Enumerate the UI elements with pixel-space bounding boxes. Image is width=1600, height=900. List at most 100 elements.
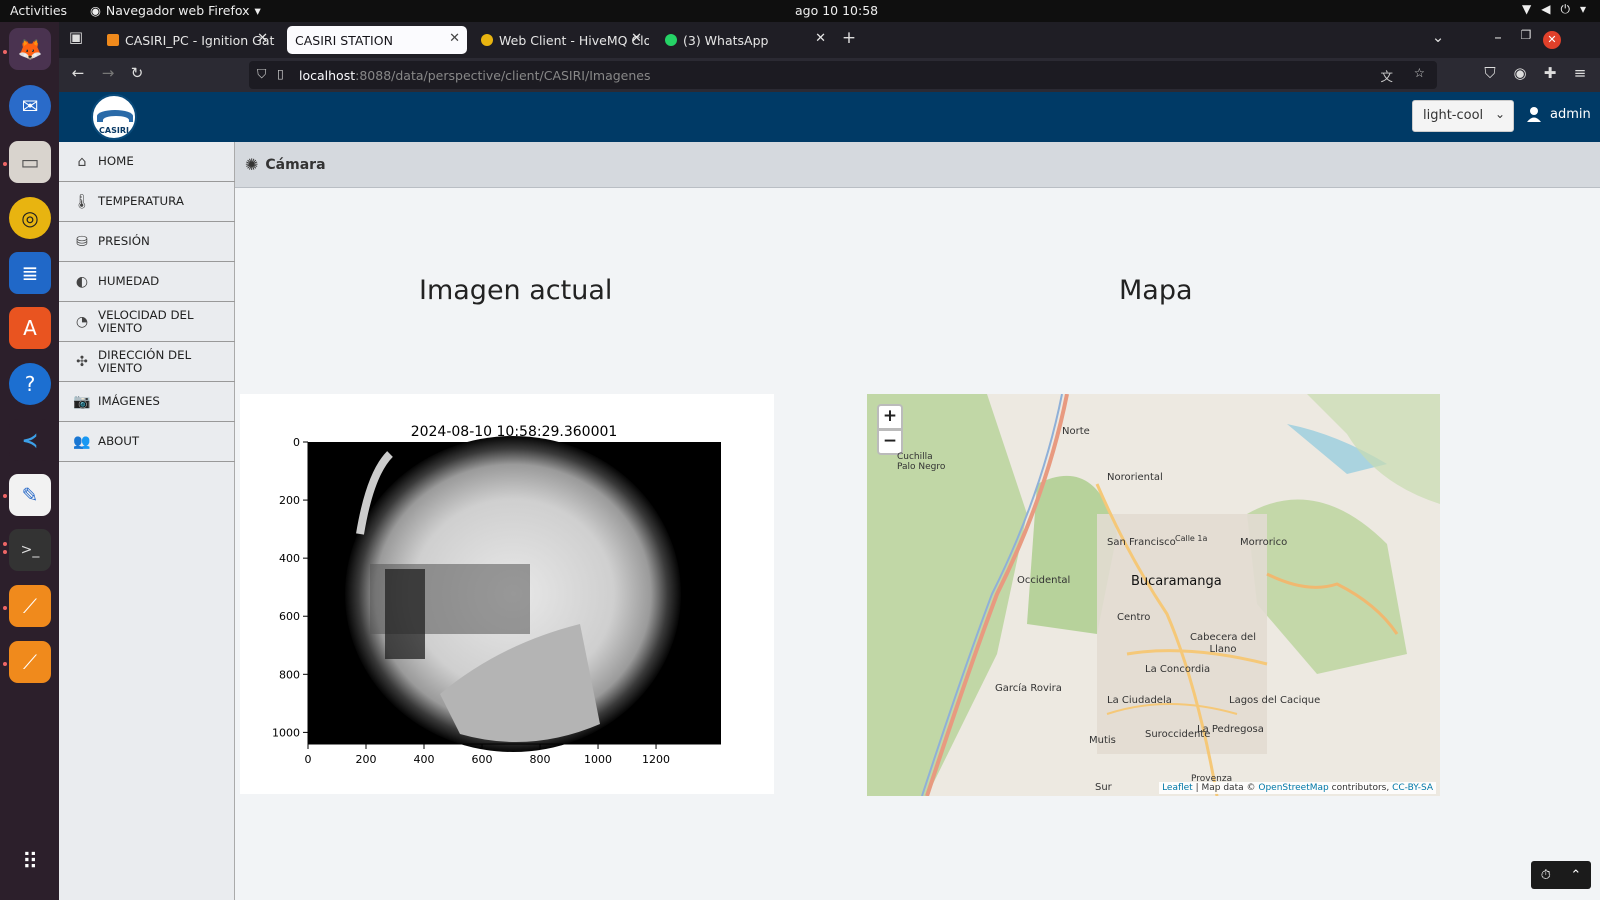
ignition-favicon-icon bbox=[107, 34, 119, 46]
forward-icon[interactable]: → bbox=[97, 64, 119, 82]
sidebar-item-presion[interactable]: ⛁ PRESIÓN bbox=[59, 222, 235, 262]
user-icon bbox=[1527, 107, 1541, 122]
map-label: La Pedregosa bbox=[1197, 724, 1264, 735]
url-host: localhost bbox=[299, 67, 356, 83]
tab-whatsapp[interactable]: (3) WhatsApp ✕ bbox=[657, 26, 833, 54]
files-dock-icon[interactable]: ▭ bbox=[9, 141, 51, 183]
user-name: admin bbox=[1550, 106, 1591, 122]
sidebar-item-velocidad-viento[interactable]: ◔ VELOCIDAD DEL VIENTO bbox=[59, 302, 235, 342]
zoom-in-button[interactable]: + bbox=[877, 404, 903, 430]
writer-dock-icon[interactable]: ≣ bbox=[9, 252, 51, 294]
minimize-icon[interactable]: – bbox=[1487, 28, 1509, 46]
x-tick-label: 1000 bbox=[584, 753, 612, 766]
reload-icon[interactable]: ↻ bbox=[126, 64, 148, 82]
tab-ignition[interactable]: CASIRI_PC - Ignition Gate ✕ bbox=[99, 26, 275, 54]
ignition-dock-icon[interactable]: ⟋ bbox=[9, 641, 51, 683]
theme-select[interactable]: light-cool ⌄ bbox=[1412, 100, 1514, 132]
map-label: San Francisco bbox=[1107, 537, 1176, 548]
x-tick-label: 400 bbox=[414, 753, 435, 766]
close-icon[interactable]: ✕ bbox=[449, 31, 460, 46]
app-menu[interactable]: ◉ Navegador web Firefox ▾ bbox=[90, 3, 261, 18]
close-window-icon[interactable]: ✕ bbox=[1543, 31, 1561, 49]
firefox-dock-icon[interactable]: 🦊 bbox=[9, 28, 51, 70]
close-icon[interactable]: ✕ bbox=[815, 31, 826, 46]
close-icon[interactable]: ✕ bbox=[631, 31, 642, 46]
app-menu-label: Navegador web Firefox bbox=[105, 3, 250, 18]
casiri-logo[interactable]: CASIRI bbox=[91, 94, 137, 140]
activities-button[interactable]: Activities bbox=[10, 3, 67, 18]
new-tab-icon[interactable]: + bbox=[838, 28, 860, 48]
sidebar-item-temperatura[interactable]: 🌡 TEMPERATURA bbox=[59, 182, 235, 222]
text-editor-dock-icon[interactable]: ✎ bbox=[9, 474, 51, 516]
cc-link[interactable]: CC-BY-SA bbox=[1392, 783, 1433, 793]
map-label: Morrorico bbox=[1240, 537, 1288, 548]
rhythmbox-dock-icon[interactable]: ◎ bbox=[9, 197, 51, 239]
y-tick-label: 1000 bbox=[272, 726, 300, 739]
tab-label: (3) WhatsApp bbox=[683, 32, 769, 48]
clock[interactable]: ago 10 10:58 bbox=[795, 3, 878, 18]
map-label: Norte bbox=[1062, 426, 1090, 437]
user-menu[interactable]: admin bbox=[1526, 106, 1591, 122]
tab-hivemq[interactable]: Web Client - HiveMQ Clo ✕ bbox=[473, 26, 649, 54]
sidebar: ⌂ HOME 🌡 TEMPERATURA ⛁ PRESIÓN ◐ HUMEDAD ◔ VE… bbox=[59, 142, 235, 900]
app-grid-icon[interactable]: ⠿ bbox=[9, 841, 51, 883]
tab-casiri-station[interactable]: CASIRI STATION ✕ bbox=[287, 26, 467, 54]
tab-overflow-chevron-icon[interactable]: ⌄ bbox=[1427, 28, 1449, 46]
sidebar-item-humedad[interactable]: ◐ HUMEDAD bbox=[59, 262, 235, 302]
sidebar-item-label: HOME bbox=[98, 154, 134, 168]
map-label: La Ciudadela bbox=[1107, 695, 1172, 706]
thermometer-icon: 🌡 bbox=[73, 193, 91, 210]
aperture-icon: ✺ bbox=[245, 155, 259, 174]
map-panel[interactable]: + − Norte Nororiental Cuchilla Palo Negr… bbox=[867, 394, 1440, 796]
y-ticks: 0 200 400 600 800 1000 bbox=[272, 436, 308, 739]
stopwatch-icon[interactable]: ⏱ bbox=[1541, 868, 1551, 883]
sidebar-item-imagenes[interactable]: 📷 IMÁGENES bbox=[59, 382, 235, 422]
url-bar[interactable]: ⛉ ▯ localhost:8088/data/perspective/clie… bbox=[249, 61, 1437, 89]
osm-link[interactable]: OpenStreetMap bbox=[1258, 783, 1328, 793]
bookmark-star-icon[interactable]: ☆ bbox=[1414, 65, 1425, 80]
tab-label: CASIRI_PC - Ignition Gate bbox=[125, 32, 275, 48]
x-tick-label: 1200 bbox=[642, 753, 670, 766]
map-label: Nororiental bbox=[1107, 472, 1163, 483]
software-dock-icon[interactable]: A bbox=[9, 307, 51, 349]
sidebar-item-about[interactable]: 👥 ABOUT bbox=[59, 422, 235, 462]
ignition-designer-dock-icon[interactable]: ⟋ bbox=[9, 585, 51, 627]
system-tray[interactable]: ▼ ◀ ⏻ ▾ bbox=[1522, 2, 1586, 17]
perspective-corner-widget[interactable]: ⏱ ⌃ bbox=[1531, 861, 1591, 889]
thunderbird-dock-icon[interactable]: ✉ bbox=[9, 85, 51, 127]
close-icon[interactable]: ✕ bbox=[257, 31, 268, 46]
pocket-icon[interactable]: ⛉ bbox=[1479, 64, 1501, 82]
terminal-dock-icon[interactable]: >_ bbox=[9, 529, 51, 571]
page-icon: ▯ bbox=[277, 66, 284, 81]
map-label: Cuchilla Palo Negro bbox=[897, 452, 946, 472]
page-header: ✺ Cámara bbox=[235, 142, 1600, 188]
chevron-down-icon: ⌄ bbox=[1494, 107, 1505, 121]
sidebar-item-label: TEMPERATURA bbox=[98, 194, 184, 208]
translate-icon[interactable]: 文 bbox=[1380, 66, 1393, 85]
people-icon: 👥 bbox=[73, 433, 91, 450]
help-dock-icon[interactable]: ? bbox=[9, 363, 51, 405]
map-label: La Concordia bbox=[1145, 664, 1211, 675]
extensions-icon[interactable]: ✚ bbox=[1539, 64, 1561, 82]
back-icon[interactable]: ← bbox=[67, 64, 89, 82]
speedometer-icon: ◔ bbox=[75, 313, 89, 330]
sidebar-item-direccion-viento[interactable]: ✣ DIRECCIÓN DEL VIENTO bbox=[59, 342, 235, 382]
account-icon[interactable]: ◉ bbox=[1509, 64, 1531, 82]
menu-icon[interactable]: ≡ bbox=[1569, 64, 1591, 82]
chevron-up-icon[interactable]: ⌃ bbox=[1570, 868, 1581, 883]
sidebar-item-home[interactable]: ⌂ HOME bbox=[59, 142, 235, 182]
whatsapp-favicon-icon bbox=[665, 34, 677, 46]
vscode-dock-icon[interactable]: ≺ bbox=[9, 419, 51, 461]
chevron-down-icon: ▾ bbox=[254, 3, 261, 18]
leaflet-link[interactable]: Leaflet bbox=[1162, 783, 1193, 793]
sidebar-item-label: VELOCIDAD DEL VIENTO bbox=[98, 307, 194, 335]
sidebar-item-label: ABOUT bbox=[98, 434, 140, 448]
tab-list-icon[interactable]: ▣ bbox=[65, 28, 87, 46]
camera-icon: 📷 bbox=[73, 393, 91, 410]
sidebar-item-label: PRESIÓN bbox=[98, 234, 150, 248]
page-title: Cámara bbox=[265, 156, 326, 173]
maximize-icon[interactable]: ❐ bbox=[1515, 28, 1537, 42]
attribution-text: | Map data © bbox=[1195, 783, 1256, 793]
wifi-icon: ▼ bbox=[1522, 2, 1532, 16]
y-tick-label: 800 bbox=[279, 668, 300, 681]
